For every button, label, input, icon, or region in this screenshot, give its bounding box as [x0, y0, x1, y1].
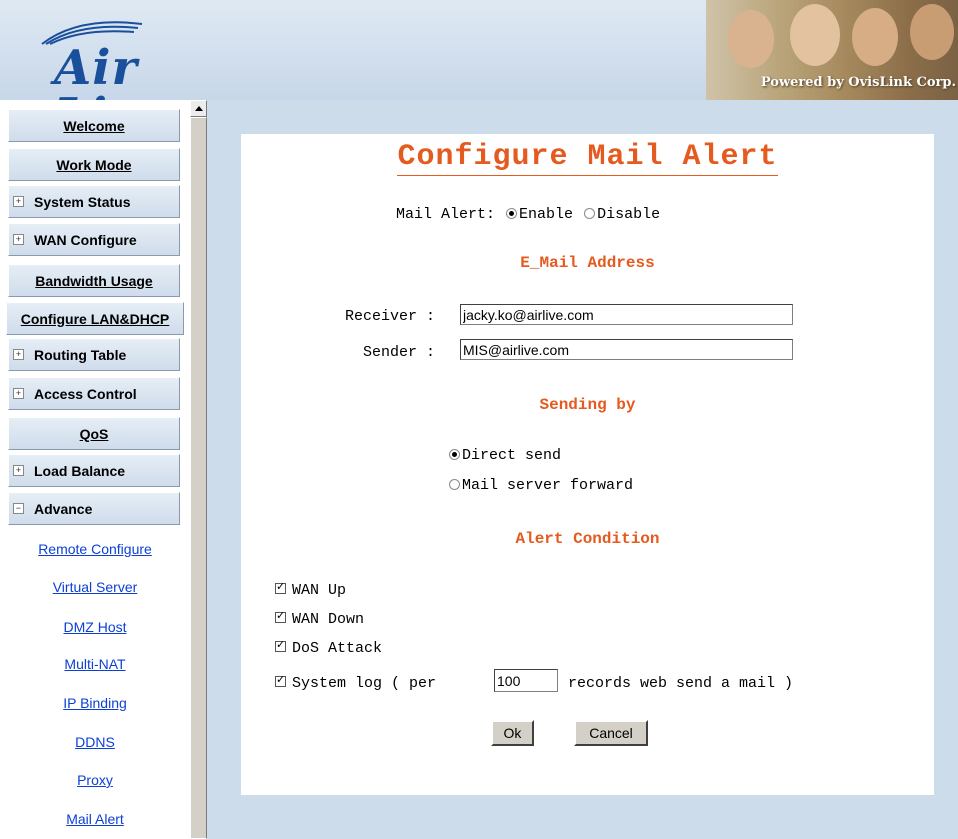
nav-routing-table[interactable]: + Routing Table: [8, 338, 180, 371]
sender-input[interactable]: [460, 339, 793, 360]
direct-send-radio[interactable]: [449, 448, 460, 460]
alert-condition-heading: Alert Condition: [515, 530, 660, 548]
nav-routing-table-label: Routing Table: [34, 346, 127, 363]
nav-advance[interactable]: − Advance: [8, 492, 180, 525]
receiver-label: Receiver :: [345, 308, 436, 325]
nav-load-balance-label: Load Balance: [34, 462, 126, 479]
sending-by-heading: Sending by: [539, 396, 636, 414]
header-banner: Air Live® Powered by OvisLink Corp.: [0, 0, 958, 100]
expand-icon[interactable]: +: [13, 196, 24, 207]
collapse-icon[interactable]: −: [13, 503, 24, 514]
powered-by-text: Powered by OvisLink Corp.: [760, 75, 956, 90]
header-photo: Powered by OvisLink Corp.: [706, 0, 958, 100]
ok-button[interactable]: Ok: [491, 720, 534, 746]
mail-alert-row: Mail Alert: Enable Disable: [396, 206, 660, 223]
dos-attack-label: DoS Attack: [292, 640, 383, 657]
expand-icon[interactable]: +: [13, 349, 24, 360]
expand-icon[interactable]: +: [13, 465, 24, 476]
nav-system-status-label: System Status: [34, 193, 131, 210]
nav-dmz-host[interactable]: DMZ Host: [0, 619, 190, 635]
enable-radio[interactable]: [506, 207, 518, 219]
person-photo-3: [852, 8, 898, 66]
mail-server-forward-label[interactable]: Mail server forward: [462, 477, 633, 494]
scrollbar-thumb[interactable]: [190, 117, 207, 839]
cancel-button[interactable]: Cancel: [574, 720, 648, 746]
airlive-logo: Air Live®: [28, 14, 268, 100]
nav-access-control-label: Access Control: [34, 385, 137, 402]
mail-server-forward-radio[interactable]: [449, 478, 460, 490]
system-log-suffix: records web send a mail ): [568, 675, 794, 692]
system-log-prefix: System log ( per: [292, 675, 437, 692]
nav-multi-nat[interactable]: Multi-NAT: [0, 656, 190, 672]
mail-alert-label: Mail Alert:: [396, 206, 496, 223]
nav-bandwidth-usage[interactable]: Bandwidth Usage: [8, 264, 180, 297]
nav-load-balance[interactable]: + Load Balance: [8, 454, 180, 487]
direct-send-row: Direct send: [447, 447, 561, 464]
sidebar-scrollbar[interactable]: [190, 100, 207, 839]
nav-qos[interactable]: QoS: [8, 417, 180, 450]
nav-system-status[interactable]: + System Status: [8, 185, 180, 218]
logo-text: Air Live: [54, 40, 167, 100]
email-address-heading: E_Mail Address: [520, 254, 655, 272]
person-photo-2: [790, 4, 840, 66]
nav-virtual-server[interactable]: Virtual Server: [0, 579, 190, 595]
nav-welcome[interactable]: Welcome: [8, 109, 180, 142]
wan-down-label: WAN Down: [292, 611, 365, 628]
nav-advance-label: Advance: [34, 500, 93, 517]
wan-up-row: WAN Up: [275, 580, 347, 599]
page-title: Configure Mail Alert: [397, 140, 778, 176]
mail-server-forward-row: Mail server forward: [447, 477, 633, 494]
wan-up-label: WAN Up: [292, 582, 347, 599]
nav-access-control[interactable]: + Access Control: [8, 377, 180, 410]
sender-label: Sender :: [363, 344, 436, 361]
nav-work-mode[interactable]: Work Mode: [8, 148, 180, 181]
system-log-checkbox[interactable]: [275, 673, 286, 688]
enable-label[interactable]: Enable: [519, 206, 573, 223]
system-log-count-input[interactable]: [494, 669, 558, 692]
wan-down-row: WAN Down: [275, 609, 365, 628]
expand-icon[interactable]: +: [13, 388, 24, 399]
nav-configure-lan-dhcp[interactable]: Configure LAN&DHCP: [6, 302, 184, 335]
sidebar-nav: Welcome Work Mode + System Status + WAN Co…: [0, 100, 190, 839]
dos-attack-row: DoS Attack: [275, 638, 383, 657]
nav-remote-configure[interactable]: Remote Configure: [0, 541, 190, 557]
nav-ddns[interactable]: DDNS: [0, 734, 190, 750]
direct-send-label[interactable]: Direct send: [462, 447, 561, 464]
wan-up-checkbox[interactable]: [275, 580, 286, 595]
expand-icon[interactable]: +: [13, 234, 24, 245]
receiver-input[interactable]: [460, 304, 793, 325]
mail-alert-panel: Configure Mail Alert Mail Alert: Enable …: [241, 134, 934, 795]
nav-proxy[interactable]: Proxy: [0, 772, 190, 788]
nav-mail-alert[interactable]: Mail Alert: [0, 811, 190, 827]
main-content: Configure Mail Alert Mail Alert: Enable …: [207, 100, 958, 839]
person-photo-1: [728, 10, 774, 68]
system-log-row: System log ( per: [275, 673, 437, 692]
wan-down-checkbox[interactable]: [275, 609, 286, 624]
nav-wan-configure[interactable]: + WAN Configure: [8, 223, 180, 256]
scroll-up-arrow-icon[interactable]: [190, 100, 207, 117]
dos-attack-checkbox[interactable]: [275, 638, 286, 653]
person-photo-4: [910, 4, 954, 60]
nav-ip-binding[interactable]: IP Binding: [0, 695, 190, 711]
disable-radio[interactable]: [584, 207, 596, 219]
disable-label[interactable]: Disable: [597, 206, 660, 223]
nav-wan-configure-label: WAN Configure: [34, 231, 137, 248]
